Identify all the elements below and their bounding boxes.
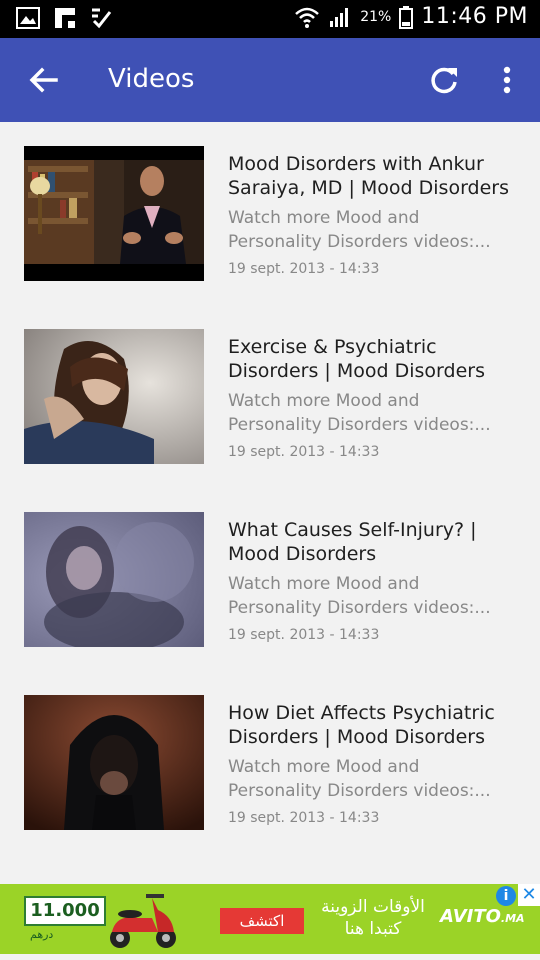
video-description-line: Watch more Mood and — [228, 208, 420, 228]
hooded-figure-thumbnail-image — [24, 695, 204, 830]
video-thumbnail[interactable] — [24, 329, 204, 464]
video-title[interactable]: What Causes Self-Injury? | Mood Disorder… — [228, 518, 518, 566]
clock: 11:46 PM — [421, 4, 528, 29]
ad-cta-button[interactable]: اكتشف — [220, 908, 304, 934]
battery-percent: 21% — [360, 8, 392, 25]
more-options-icon[interactable] — [492, 62, 522, 98]
presenter-thumbnail-image — [24, 146, 204, 281]
video-date: 19 sept. 2013 - 14:33 — [228, 261, 380, 277]
video-list: Mood Disorders with Ankur Saraiya, MD | … — [0, 122, 540, 872]
video-item[interactable]: Exercise & Psychiatric Disorders | Mood … — [0, 305, 540, 488]
video-thumbnail[interactable] — [24, 512, 204, 647]
video-description-line: Personality Disorders videos:... — [228, 598, 491, 618]
video-thumbnail[interactable] — [24, 695, 204, 830]
video-description: Watch more Mood and Personality Disorder… — [228, 206, 518, 254]
back-arrow-icon[interactable] — [26, 62, 62, 98]
video-description: Watch more Mood and Personality Disorder… — [228, 389, 518, 437]
video-description-line: Personality Disorders videos:... — [228, 415, 491, 435]
ad-banner[interactable]: 11.000 درهم اكتشف الأوقات الزوينة كتبدا … — [0, 884, 540, 954]
scooter-icon — [110, 894, 176, 948]
sad-woman-thumbnail-image — [24, 329, 204, 464]
refresh-icon[interactable] — [426, 62, 462, 98]
ad-brand-logo: AVITO.MA — [440, 906, 525, 927]
video-description-line: Watch more Mood and — [228, 391, 420, 411]
blurred-woman-thumbnail-image — [24, 512, 204, 647]
ad-currency: درهم — [30, 928, 54, 941]
video-thumbnail[interactable] — [24, 146, 204, 281]
video-description-line: Watch more Mood and — [228, 757, 420, 777]
video-item[interactable]: What Causes Self-Injury? | Mood Disorder… — [0, 488, 540, 671]
video-description: Watch more Mood and Personality Disorder… — [228, 572, 518, 620]
flipboard-icon — [55, 8, 75, 28]
ad-close-icon[interactable]: ✕ — [518, 884, 540, 906]
ad-info-icon[interactable]: i — [496, 886, 516, 906]
video-date: 19 sept. 2013 - 14:33 — [228, 444, 380, 460]
video-title[interactable]: Exercise & Psychiatric Disorders | Mood … — [228, 335, 518, 383]
status-bar: 21% 11:46 PM — [0, 0, 540, 38]
ad-brand-suffix: .MA — [500, 912, 525, 925]
video-date: 19 sept. 2013 - 14:33 — [228, 810, 380, 826]
page-title: Videos — [108, 64, 195, 94]
signal-icon — [330, 7, 349, 27]
video-description-line: Watch more Mood and — [228, 574, 420, 594]
video-date: 19 sept. 2013 - 14:33 — [228, 627, 380, 643]
ad-tagline: الأوقات الزوينة كتبدا هنا — [321, 897, 425, 939]
video-title[interactable]: Mood Disorders with Ankur Saraiya, MD | … — [228, 152, 518, 200]
video-description-line: Personality Disorders videos:... — [228, 232, 491, 252]
task-check-icon — [92, 8, 112, 29]
video-description: Watch more Mood and Personality Disorder… — [228, 755, 518, 803]
video-item[interactable]: Mood Disorders with Ankur Saraiya, MD | … — [0, 122, 540, 305]
gallery-icon — [16, 7, 40, 29]
ad-price: 11.000 — [24, 896, 106, 926]
battery-icon — [399, 5, 414, 29]
video-description-line: Personality Disorders videos:... — [228, 781, 491, 801]
app-bar: Videos — [0, 38, 540, 122]
video-title[interactable]: How Diet Affects Psychiatric Disorders |… — [228, 701, 518, 749]
wifi-icon — [295, 7, 320, 28]
ad-brand-name: AVITO — [440, 906, 501, 927]
video-item[interactable]: How Diet Affects Psychiatric Disorders |… — [0, 671, 540, 854]
